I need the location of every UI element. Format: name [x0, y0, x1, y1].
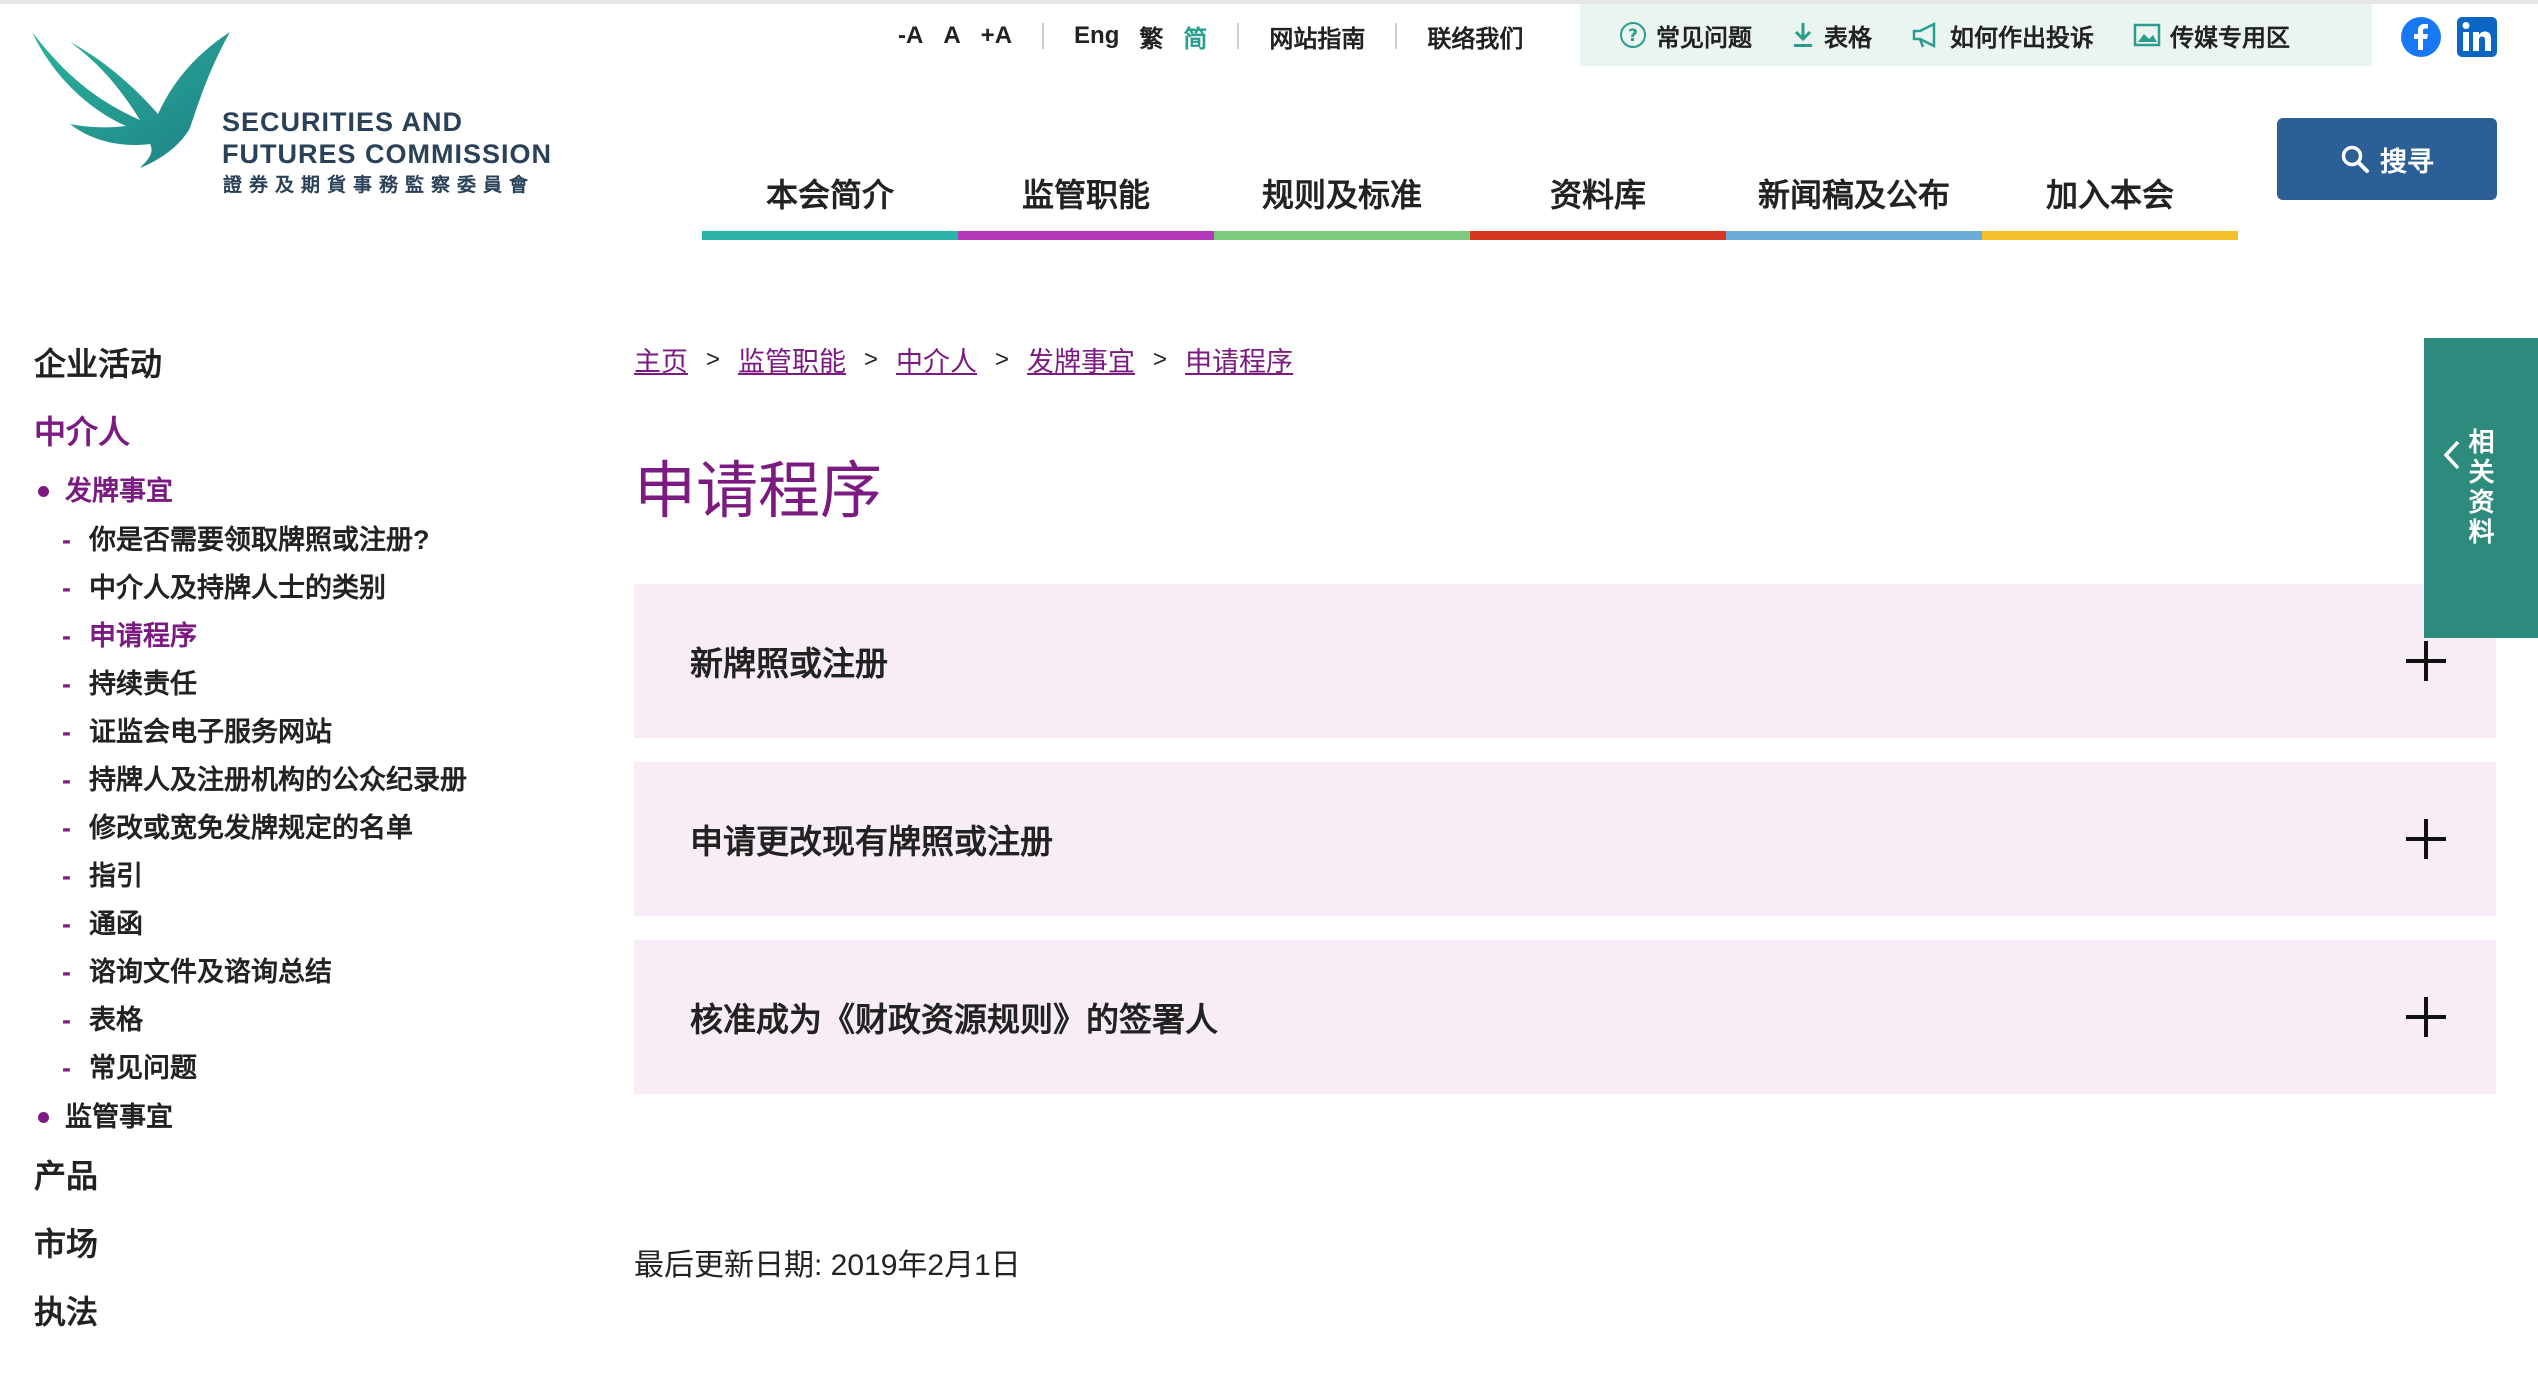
site-guide-link[interactable]: 网站指南 [1259, 19, 1375, 54]
nav-about[interactable]: 本会简介 [702, 155, 958, 240]
search-icon [2341, 145, 2369, 173]
breadcrumb-regulatory[interactable]: 监管职能 [738, 340, 846, 379]
breadcrumb-current[interactable]: 申请程序 [1185, 340, 1293, 379]
contact-us-link[interactable]: 联络我们 [1417, 19, 1533, 54]
quicklink-faq[interactable]: ? 常见问题 [1618, 18, 1752, 53]
sidebar-leaf[interactable]: - 持续责任 [34, 660, 594, 708]
accordion-item-label: 新牌照或注册 [690, 645, 888, 682]
quicklink-forms[interactable]: 表格 [1790, 18, 1872, 53]
bullet-dot [38, 1111, 49, 1123]
sidebar-leaf[interactable]: - 证监会电子服务网站 [34, 708, 594, 756]
nav-regulatory-functions[interactable]: 监管职能 [958, 155, 1214, 240]
download-icon [1794, 23, 1812, 47]
svg-text:?: ? [1628, 26, 1638, 46]
last-updated: 最后更新日期: 2019年2月1日 [634, 1249, 1021, 1282]
main-navigation: 本会简介 监管职能 规则及标准 资料库 新闻稿及公布 加入本会 [702, 155, 2238, 240]
sidebar-leaf[interactable]: - 指引 [34, 852, 594, 900]
social-links [2400, 16, 2498, 58]
logo-english-name: SECURITIES AND FUTURES COMMISSION [222, 107, 553, 169]
related-info-tab[interactable]: 相关资料 [2424, 338, 2538, 638]
sidebar-item-markets[interactable]: 市场 [34, 1210, 594, 1278]
utility-bar: -A A +A Eng 繁 简 网站指南 联络我们 [888, 14, 1533, 58]
breadcrumb-intermediaries[interactable]: 中介人 [896, 340, 977, 379]
sidebar-leaf[interactable]: - 持牌人及注册机构的公众纪录册 [34, 756, 594, 804]
breadcrumb-licensing[interactable]: 发牌事宜 [1027, 340, 1135, 379]
sfc-logo[interactable]: SECURITIES AND FUTURES COMMISSION 證券及期貨事… [30, 28, 570, 218]
nav-news-announcements[interactable]: 新闻稿及公布 [1726, 155, 1982, 240]
eagle-logo-icon [32, 32, 230, 168]
quick-links-bar: ? 常见问题 表格 如何作出投诉 传媒专用区 [1580, 4, 2372, 66]
image-icon [2133, 23, 2161, 47]
nav-rules-standards[interactable]: 规则及标准 [1214, 155, 1470, 240]
megaphone-icon [1912, 21, 1936, 49]
divider [1042, 23, 1045, 49]
accordion-item-label: 申请更改现有牌照或注册 [690, 823, 1053, 860]
accordion-item-frr-signatory[interactable]: 核准成为《财政资源规则》的签署人 [634, 940, 2496, 1094]
sidebar-leaf[interactable]: - 修改或宽免发牌规定的名单 [34, 804, 594, 852]
sidebar-leaf-active[interactable]: - 申请程序 [34, 612, 594, 660]
breadcrumb-separator: > [706, 345, 721, 373]
related-info-label: 相关资料 [2465, 428, 2495, 548]
breadcrumb-home[interactable]: 主页 [634, 340, 688, 379]
sidebar-leaf[interactable]: - 常见问题 [34, 1044, 594, 1092]
facebook-icon[interactable] [2400, 16, 2442, 58]
plus-icon [2406, 641, 2446, 681]
font-size-normal[interactable]: A [933, 22, 970, 50]
font-size-increase[interactable]: +A [971, 22, 1022, 50]
page-title: 申请程序 [634, 457, 883, 526]
sidebar-item-enforcement[interactable]: 执法 [34, 1278, 594, 1346]
accordion-item-label: 核准成为《财政资源规则》的签署人 [690, 1001, 1218, 1038]
nav-resources[interactable]: 资料库 [1470, 155, 1726, 240]
sidebar-item-licensing[interactable]: 发牌事宜 [34, 466, 594, 516]
sidebar-item-intermediaries[interactable]: 中介人 [34, 398, 594, 466]
plus-icon [2406, 997, 2446, 1037]
lang-english[interactable]: Eng [1064, 22, 1129, 50]
font-size-decrease[interactable]: -A [888, 22, 933, 50]
nav-careers[interactable]: 加入本会 [1982, 155, 2238, 240]
linkedin-icon[interactable] [2456, 16, 2498, 58]
sidebar-leaf[interactable]: - 你是否需要领取牌照或注册? [34, 516, 594, 564]
sidebar-leaf[interactable]: - 表格 [34, 996, 594, 1044]
help-circle-icon: ? [1620, 22, 1646, 48]
breadcrumb-separator: > [864, 345, 879, 373]
sidebar-leaf[interactable]: - 通函 [34, 900, 594, 948]
sidebar-item-products[interactable]: 产品 [34, 1142, 594, 1210]
breadcrumb-separator: > [1153, 345, 1168, 373]
quicklink-media[interactable]: 传媒专用区 [2132, 18, 2290, 53]
sidebar-item-supervision[interactable]: 监管事宜 [34, 1092, 594, 1142]
lang-simplified[interactable]: 简 [1173, 19, 1217, 54]
chevron-left-icon [2443, 440, 2460, 470]
sidebar-item-corporates[interactable]: 企业活动 [34, 330, 594, 398]
search-button-label: 搜寻 [2380, 146, 2434, 177]
accordion-item-change-licence[interactable]: 申请更改现有牌照或注册 [634, 762, 2496, 916]
bullet-dot [38, 485, 49, 497]
divider [1237, 23, 1240, 49]
divider [1395, 23, 1398, 49]
breadcrumb-separator: > [995, 345, 1010, 373]
search-button[interactable]: 搜寻 [2277, 118, 2497, 200]
plus-icon [2406, 819, 2446, 859]
accordion-item-new-licence[interactable]: 新牌照或注册 [634, 584, 2496, 738]
sidebar-leaf[interactable]: - 中介人及持牌人士的类别 [34, 564, 594, 612]
accordion: 新牌照或注册 申请更改现有牌照或注册 核准成为《财政资源规则》的签署人 [634, 584, 2496, 1118]
logo-chinese-name: 證券及期貨事務監察委員會 [223, 175, 536, 196]
quicklink-complaint[interactable]: 如何作出投诉 [1910, 18, 2094, 53]
breadcrumb: 主页 > 监管职能 > 中介人 > 发牌事宜 > 申请程序 [634, 340, 1293, 379]
sidebar-leaf[interactable]: - 谘询文件及谘询总结 [34, 948, 594, 996]
sidebar-nav: 企业活动 中介人 发牌事宜 - 你是否需要领取牌照或注册? - 中介人及持牌人士的类… [34, 330, 594, 1346]
lang-traditional[interactable]: 繁 [1129, 19, 1173, 54]
